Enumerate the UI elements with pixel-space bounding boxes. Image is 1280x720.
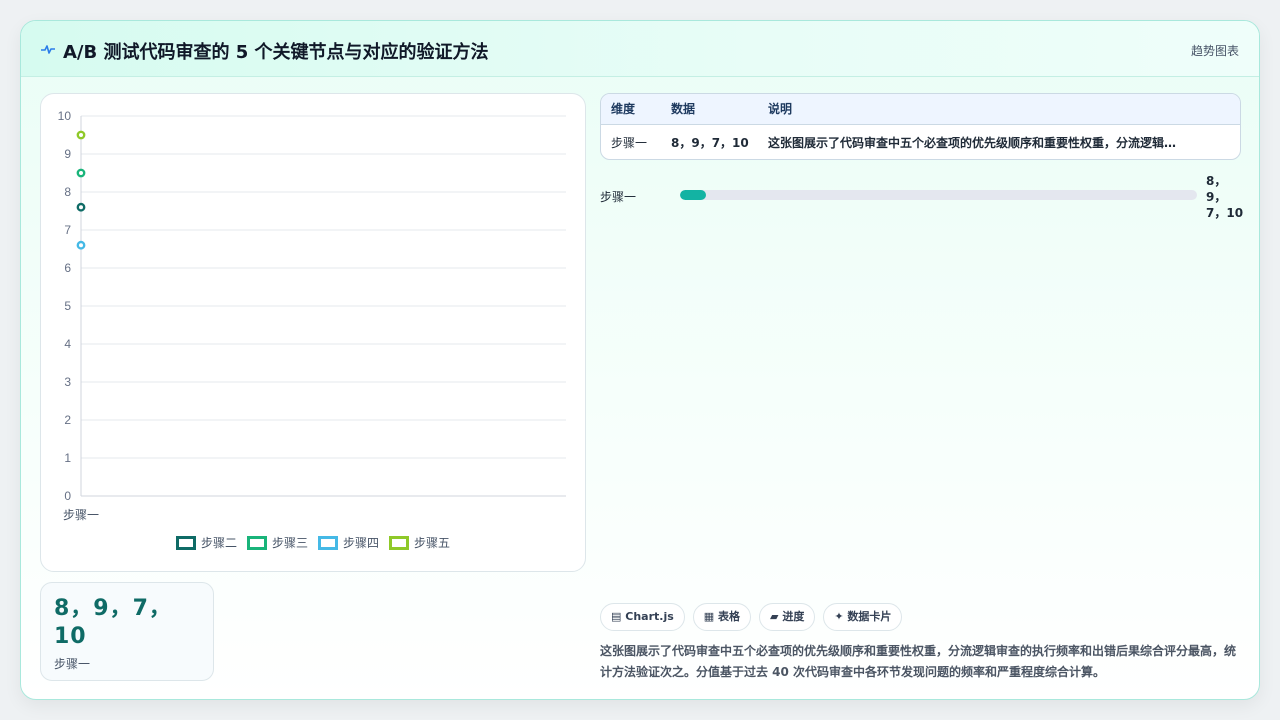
table-icon: ▦ bbox=[703, 610, 715, 623]
legend-label: 步骤二 bbox=[200, 536, 237, 550]
y-tick-label: 9 bbox=[64, 147, 71, 161]
data-point-4[interactable] bbox=[76, 240, 86, 250]
header: A/B 测试代码审查的 5 个关键节点与对应的验证方法 趋势图表 bbox=[21, 21, 1259, 77]
dashboard-card: A/B 测试代码审查的 5 个关键节点与对应的验证方法 趋势图表 0 1 2 3 4 5 6… bbox=[20, 20, 1260, 700]
pulse-icon bbox=[41, 45, 55, 54]
scatter-chart: 0 1 2 3 4 5 6 7 8 9 10 步骤一 bbox=[58, 109, 566, 522]
y-tick-label: 1 bbox=[64, 451, 71, 465]
table-cell-description: 这张图展示了代码审查中五个必查项的优先级顺序和重要性权重，分流逻辑审查的执行频率… bbox=[768, 136, 1188, 150]
page-title: A/B 测试代码审查的 5 个关键节点与对应的验证方法 bbox=[63, 42, 489, 63]
legend-label: 步骤三 bbox=[271, 536, 308, 550]
table-cell-dimension: 步骤一 bbox=[611, 136, 648, 150]
data-point-5[interactable] bbox=[76, 130, 86, 140]
legend-item[interactable]: 步骤三 bbox=[246, 534, 308, 551]
y-tick-label: 7 bbox=[64, 223, 71, 237]
legend-swatch bbox=[318, 535, 338, 550]
chip-label: Chart.js bbox=[625, 610, 674, 623]
progress-row: 步骤一 8，9，7，10 bbox=[600, 173, 1243, 220]
legend-swatch bbox=[389, 535, 410, 550]
legend-item[interactable]: 步骤四 bbox=[318, 534, 379, 551]
chip-progress[interactable]: ▰ 进度 bbox=[759, 603, 816, 631]
progress-label: 步骤一 bbox=[600, 190, 637, 204]
legend-label: 步骤五 bbox=[414, 536, 451, 550]
column-header-dimension: 维度 bbox=[611, 102, 636, 116]
y-tick-label: 0 bbox=[64, 489, 71, 503]
stat-value: 8，9，7，10 bbox=[54, 596, 172, 649]
chart-panel: 0 1 2 3 4 5 6 7 8 9 10 步骤一 步骤二 步骤三 步骤四 步骤五 bbox=[40, 93, 586, 572]
legend-label: 步骤四 bbox=[343, 536, 380, 550]
table-row: 步骤一 8，9，7，10 这张图展示了代码审查中五个必查项的优先级顺序和重要性权… bbox=[601, 125, 1240, 159]
chart-legend: 步骤二 步骤三 步骤四 步骤五 bbox=[41, 534, 585, 551]
table-cell-data: 8，9，7，10 bbox=[671, 136, 749, 150]
stat-card: 8，9，7，10 步骤一 bbox=[40, 582, 214, 681]
y-tick-label: 6 bbox=[64, 261, 71, 275]
table-header: 维度 数据 说明 bbox=[601, 94, 1240, 125]
data-table: 维度 数据 说明 步骤一 8，9，7，10 这张图展示了代码审查中五个必查项的优… bbox=[600, 93, 1241, 160]
legend-item[interactable]: 步骤二 bbox=[175, 534, 237, 551]
y-tick-label: 3 bbox=[64, 375, 71, 389]
progress-value: 8，9，7，10 bbox=[1206, 174, 1244, 220]
legend-item[interactable]: 步骤五 bbox=[389, 534, 450, 551]
legend-swatch bbox=[246, 535, 267, 550]
description-note: 这张图展示了代码审查中五个必查项的优先级顺序和重要性权重，分流逻辑审查的执行频率… bbox=[600, 644, 1237, 679]
chip-label: 数据卡片 bbox=[847, 610, 892, 623]
x-tick-label: 步骤一 bbox=[63, 508, 99, 522]
stat-label: 步骤一 bbox=[54, 657, 91, 671]
column-header-data: 数据 bbox=[671, 102, 696, 116]
feature-chips: ▤ Chart.js ▦ 表格 ▰ 进度 ✦ 数据卡片 bbox=[600, 603, 903, 631]
legend-swatch bbox=[175, 535, 196, 550]
sparkle-icon: ✦ bbox=[834, 610, 844, 623]
y-tick-label: 10 bbox=[58, 109, 72, 123]
chip-label: 表格 bbox=[718, 610, 741, 623]
chip-chartjs[interactable]: ▤ Chart.js bbox=[600, 603, 685, 631]
trend-chart-link[interactable]: 趋势图表 bbox=[1191, 42, 1239, 59]
y-tick-label: 4 bbox=[64, 337, 71, 351]
chip-table[interactable]: ▦ 表格 bbox=[692, 603, 752, 631]
chart-icon: ▤ bbox=[611, 610, 622, 623]
data-point-2[interactable] bbox=[76, 202, 86, 212]
chip-data-card[interactable]: ✦ 数据卡片 bbox=[823, 603, 903, 631]
progress-track bbox=[680, 190, 1197, 200]
y-tick-label: 5 bbox=[64, 299, 71, 313]
chip-label: 进度 bbox=[782, 610, 805, 623]
column-header-description: 说明 bbox=[768, 102, 793, 116]
data-point-3[interactable] bbox=[76, 168, 86, 178]
y-tick-label: 8 bbox=[64, 185, 71, 199]
progress-icon: ▰ bbox=[770, 610, 779, 623]
y-tick-label: 2 bbox=[64, 413, 71, 427]
progress-fill bbox=[680, 190, 706, 200]
